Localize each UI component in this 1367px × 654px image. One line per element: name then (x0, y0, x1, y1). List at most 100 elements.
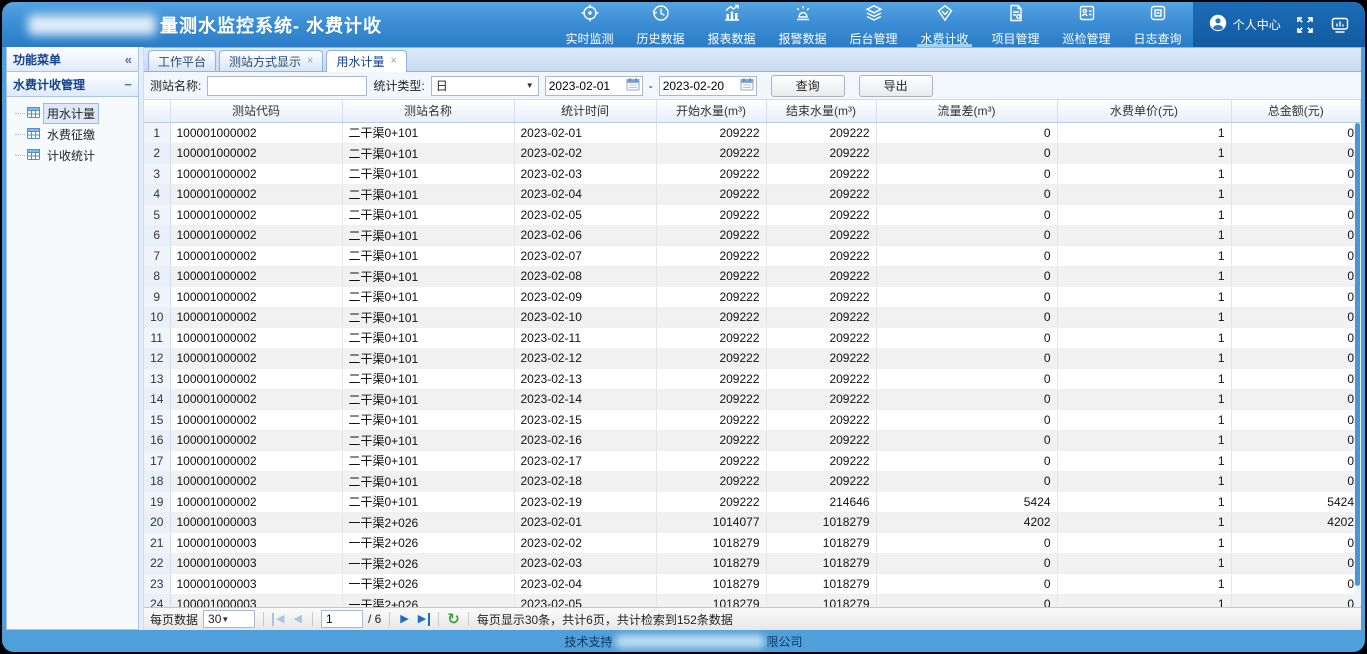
grid-body[interactable]: 1 100001000002 二干渠0+101 2023-02-01 20922… (144, 123, 1361, 608)
col-flow-diff[interactable]: 流量差(m³) (876, 100, 1057, 122)
sidebar-item-fee-collection[interactable]: 水费征缴 (11, 124, 134, 145)
table-row[interactable]: 18 100001000002 二干渠0+101 2023-02-18 2092… (144, 471, 1361, 492)
project-doc-icon (1006, 3, 1026, 28)
page-number-input[interactable] (321, 610, 363, 628)
stat-type-select[interactable]: 日 ▼ (431, 76, 539, 96)
vertical-scrollbar[interactable] (1354, 123, 1361, 605)
row-number: 21 (144, 533, 170, 554)
nav-item-projects[interactable]: 项目管理 (980, 2, 1051, 47)
scrollbar-thumb[interactable] (1355, 123, 1360, 586)
sidebar-item-statistics[interactable]: 计收统计 (11, 145, 134, 166)
table-row[interactable]: 8 100001000002 二干渠0+101 2023-02-08 20922… (144, 266, 1361, 287)
tab-water-metering[interactable]: 用水计量 × (326, 50, 406, 72)
cell: 0 (876, 143, 1057, 164)
tab-workbench[interactable]: 工作平台 (148, 50, 216, 71)
cell: 2023-02-19 (514, 492, 656, 513)
cell: 100001000002 (170, 246, 342, 267)
date-to-input[interactable] (660, 79, 740, 93)
table-row[interactable]: 7 100001000002 二干渠0+101 2023-02-07 20922… (144, 246, 1361, 267)
cell: 100001000002 (170, 143, 342, 164)
cell: 0 (1231, 553, 1361, 574)
cell: 0 (1231, 164, 1361, 185)
date-from-input[interactable] (546, 79, 626, 93)
table-row[interactable]: 4 100001000002 二干渠0+101 2023-02-04 20922… (144, 184, 1361, 205)
table-row[interactable]: 17 100001000002 二干渠0+101 2023-02-17 2092… (144, 451, 1361, 472)
first-page-button[interactable]: ◀ (272, 613, 286, 626)
prev-page-button[interactable]: ◀ (291, 613, 303, 626)
chevron-down-icon: ▼ (526, 81, 534, 90)
table-row[interactable]: 2 100001000002 二干渠0+101 2023-02-02 20922… (144, 143, 1361, 164)
table-row[interactable]: 20 100001000003 一干渠2+026 2023-02-01 1014… (144, 512, 1361, 533)
col-station-code[interactable]: 测站代码 (170, 100, 342, 122)
table-row[interactable]: 5 100001000002 二干渠0+101 2023-02-05 20922… (144, 205, 1361, 226)
nav-item-backend[interactable]: 后台管理 (838, 2, 909, 47)
table-row[interactable]: 3 100001000002 二干渠0+101 2023-02-03 20922… (144, 164, 1361, 185)
cell: 209222 (766, 143, 876, 164)
nav-item-reports[interactable]: 报表数据 (696, 2, 767, 47)
date-to-field[interactable] (659, 76, 757, 96)
cell: 二干渠0+101 (342, 328, 514, 349)
col-station-name[interactable]: 测站名称 (342, 100, 514, 122)
refresh-icon[interactable]: ↻ (447, 612, 460, 627)
query-button[interactable]: 查询 (771, 75, 845, 97)
table-row[interactable]: 11 100001000002 二干渠0+101 2023-02-11 2092… (144, 328, 1361, 349)
col-end-volume[interactable]: 结束水量(m³) (766, 100, 876, 122)
nav-label: 后台管理 (849, 30, 897, 47)
table-row[interactable]: 15 100001000002 二干渠0+101 2023-02-15 2092… (144, 410, 1361, 431)
nav-item-history[interactable]: 历史数据 (625, 2, 696, 47)
col-total-amount[interactable]: 总金额(元) (1231, 100, 1361, 122)
table-row[interactable]: 19 100001000002 二干渠0+101 2023-02-19 2092… (144, 492, 1361, 513)
next-page-button[interactable]: ▶ (398, 613, 410, 626)
tab-station-display[interactable]: 测站方式显示 × (219, 50, 323, 71)
nav-item-inspection[interactable]: 巡检管理 (1051, 2, 1122, 47)
calendar-icon[interactable] (740, 77, 756, 94)
table-row[interactable]: 23 100001000003 一干渠2+026 2023-02-04 1018… (144, 574, 1361, 595)
cell: 209222 (656, 328, 766, 349)
table-row[interactable]: 12 100001000002 二干渠0+101 2023-02-12 2092… (144, 348, 1361, 369)
nav-item-waterfee[interactable]: 水费计收 (909, 2, 980, 47)
history-clock-icon (651, 3, 671, 28)
table-row[interactable]: 13 100001000002 二干渠0+101 2023-02-13 2092… (144, 369, 1361, 390)
last-page-button[interactable]: ▶ (416, 613, 430, 626)
fullscreen-icon[interactable] (1295, 15, 1315, 35)
table-row[interactable]: 24 100001000003 一干渠2+026 2023-02-05 1018… (144, 594, 1361, 607)
table-row[interactable]: 22 100001000003 一干渠2+026 2023-02-03 1018… (144, 553, 1361, 574)
dashboard-monitor-icon[interactable] (1330, 15, 1350, 35)
sidebar-item-water-metering[interactable]: 用水计量 (11, 103, 134, 124)
cell: 0 (1231, 430, 1361, 451)
close-icon[interactable]: × (307, 56, 313, 67)
page-title: 量测水监控系统- 水费计收 (2, 2, 382, 47)
nav-item-logs[interactable]: 日志查询 (1122, 2, 1193, 47)
table-row[interactable]: 9 100001000002 二干渠0+101 2023-02-09 20922… (144, 287, 1361, 308)
table-row[interactable]: 14 100001000002 二干渠0+101 2023-02-14 2092… (144, 389, 1361, 410)
sidebar-collapse-icon[interactable]: « (125, 52, 132, 67)
close-icon[interactable]: × (390, 56, 396, 67)
table-row[interactable]: 21 100001000003 一干渠2+026 2023-02-02 1018… (144, 533, 1361, 554)
col-stat-time[interactable]: 统计时间 (514, 100, 656, 122)
cell: 二干渠0+101 (342, 389, 514, 410)
cell: 209222 (656, 143, 766, 164)
export-button[interactable]: 导出 (859, 75, 933, 97)
station-name-input[interactable] (207, 76, 367, 96)
cell: 1 (1057, 471, 1231, 492)
nav-item-realtime[interactable]: 实时监测 (554, 2, 625, 47)
calendar-icon[interactable] (626, 77, 642, 94)
redacted-company (615, 635, 765, 648)
per-page-select[interactable]: 30 ▼ (203, 610, 255, 628)
section-collapse-icon[interactable]: − (124, 77, 132, 92)
nav-item-alarms[interactable]: 报警数据 (767, 2, 838, 47)
toolbar-separator (263, 612, 264, 626)
sidebar-section-header[interactable]: 水费计收管理 − (7, 72, 138, 97)
cell: 4202 (876, 512, 1057, 533)
col-start-volume[interactable]: 开始水量(m³) (656, 100, 766, 122)
table-row[interactable]: 6 100001000002 二干渠0+101 2023-02-06 20922… (144, 225, 1361, 246)
cell: 1018279 (766, 533, 876, 554)
user-center-button[interactable]: 个人中心 (1208, 13, 1281, 36)
col-unit-price[interactable]: 水费单价(元) (1057, 100, 1231, 122)
table-row[interactable]: 1 100001000002 二干渠0+101 2023-02-01 20922… (144, 123, 1361, 144)
cell: 1018279 (766, 512, 876, 533)
row-number: 12 (144, 348, 170, 369)
date-from-field[interactable] (545, 76, 643, 96)
table-row[interactable]: 10 100001000002 二干渠0+101 2023-02-10 2092… (144, 307, 1361, 328)
table-row[interactable]: 16 100001000002 二干渠0+101 2023-02-16 2092… (144, 430, 1361, 451)
